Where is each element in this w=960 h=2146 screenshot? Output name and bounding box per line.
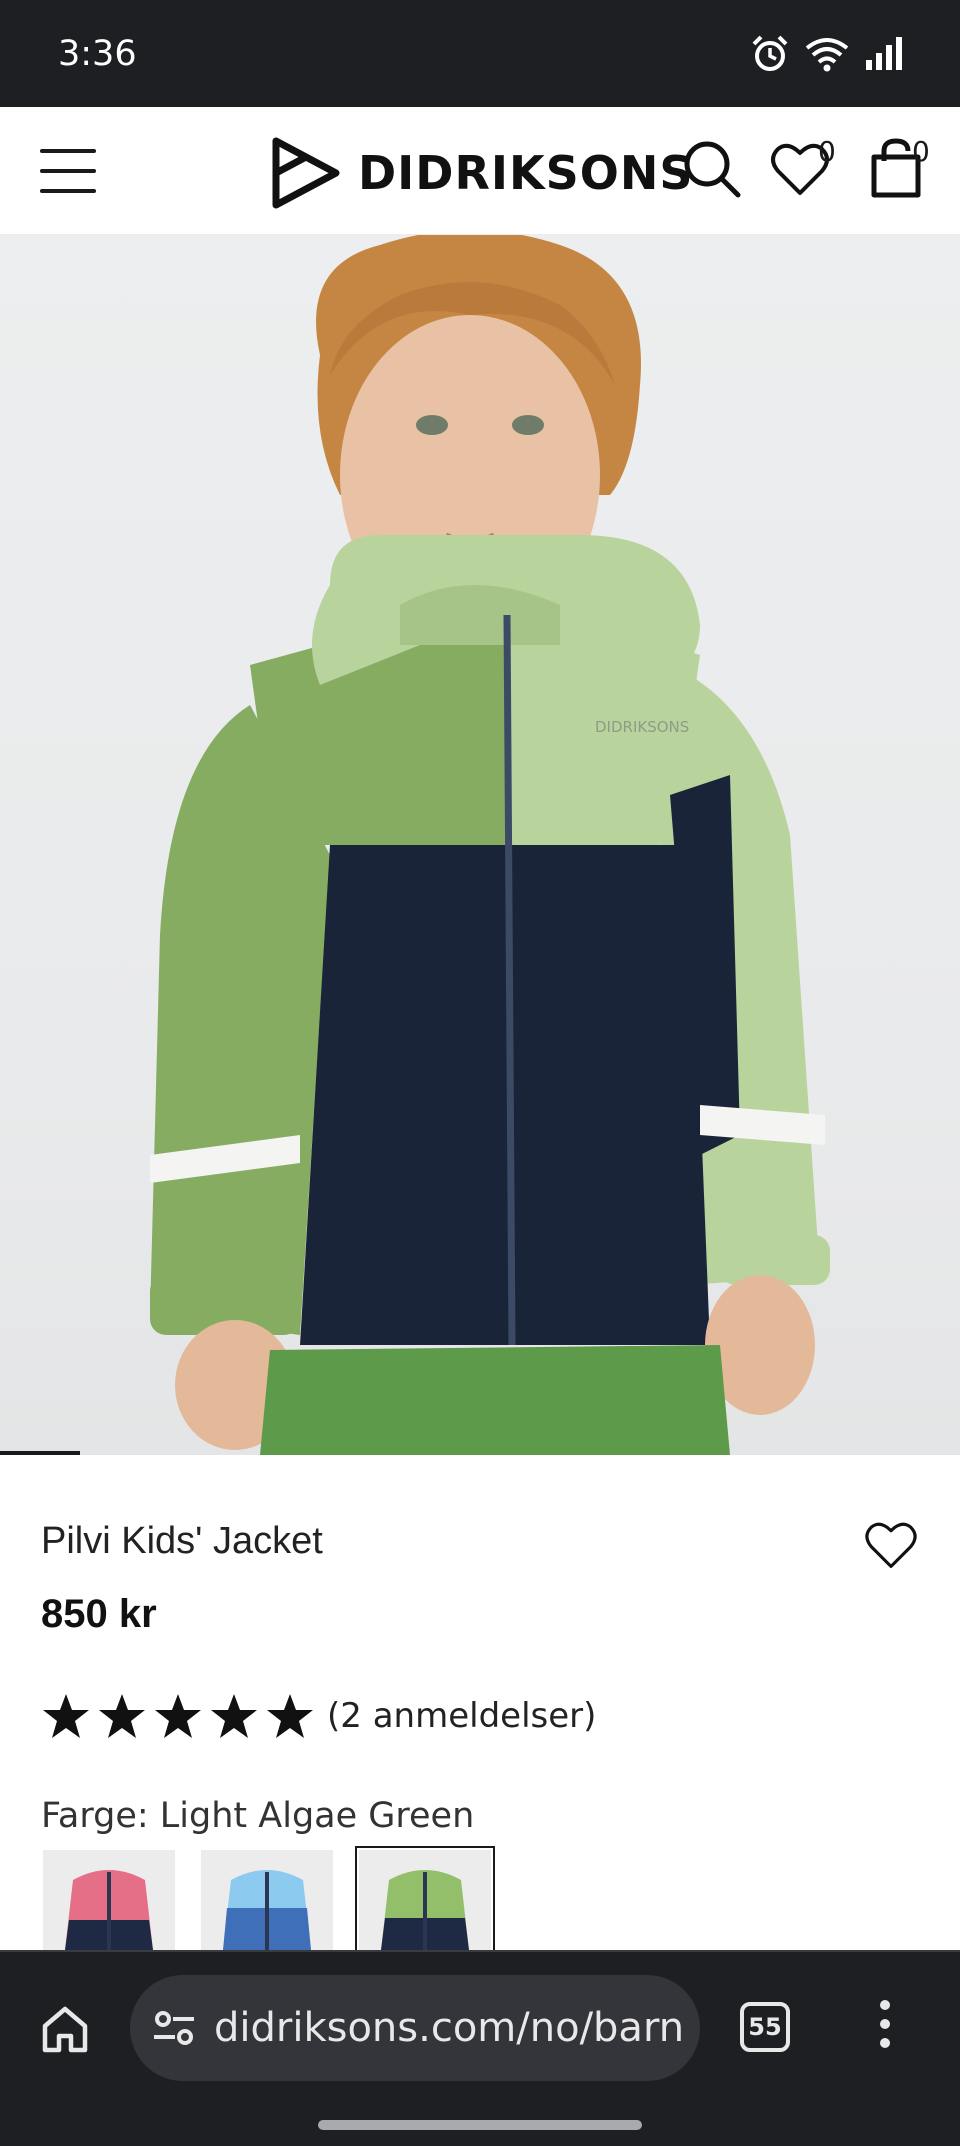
site-settings-icon[interactable] (152, 2008, 196, 2048)
wifi-icon (805, 38, 849, 72)
tab-count: 55 (748, 2013, 782, 2041)
brand-name: DIDRIKSONS (358, 146, 694, 200)
browser-toolbar: didriksons.com/no/barn 55 (0, 1950, 960, 2104)
color-swatch-blue[interactable] (201, 1850, 333, 1950)
product-name: Pilvi Kids' Jacket (41, 1520, 323, 1562)
star-icon (99, 1694, 145, 1738)
product-rating[interactable]: (2 anmeldelser) (41, 1692, 596, 1740)
carousel-indicator (0, 1451, 80, 1455)
color-swatch-green[interactable] (355, 1846, 495, 1954)
color-swatch-pink[interactable] (43, 1850, 175, 1950)
add-to-wishlist-icon[interactable] (864, 1520, 918, 1570)
color-label: Farge: Light Algae Green (41, 1796, 475, 1836)
star-icon (155, 1694, 201, 1738)
product-price: 850 kr (41, 1592, 157, 1636)
star-icon (43, 1694, 89, 1738)
url-text: didriksons.com/no/barn (214, 2005, 685, 2051)
product-image[interactable]: DIDRIKSONS (0, 235, 960, 1455)
signal-icon (866, 37, 902, 70)
home-icon[interactable] (40, 2004, 90, 2054)
status-icons (750, 34, 902, 74)
logo-icon (272, 137, 340, 209)
tab-switcher-button[interactable]: 55 (740, 2002, 790, 2052)
jacket-logo: DIDRIKSONS (595, 718, 689, 736)
menu-icon[interactable] (40, 149, 96, 193)
address-bar[interactable]: didriksons.com/no/barn (130, 1975, 700, 2081)
color-swatches (43, 1846, 495, 1954)
star-icon (211, 1694, 257, 1738)
star-icon (267, 1694, 313, 1738)
status-bar: 3:36 (0, 0, 960, 107)
gesture-handle[interactable] (318, 2120, 642, 2130)
search-icon[interactable] (680, 137, 744, 201)
alarm-icon (752, 35, 788, 71)
gesture-area (0, 2104, 960, 2146)
cart-count: 0 (912, 135, 930, 168)
review-count[interactable]: (2 anmeldelser) (327, 1696, 596, 1736)
brand-logo[interactable]: DIDRIKSONS (270, 137, 694, 209)
browser-menu-icon[interactable] (880, 2000, 890, 2048)
status-time: 3:36 (58, 34, 137, 74)
product-photo: DIDRIKSONS (150, 235, 830, 1455)
wishlist-count: 0 (818, 135, 836, 168)
site-header: DIDRIKSONS 0 0 (0, 107, 960, 235)
